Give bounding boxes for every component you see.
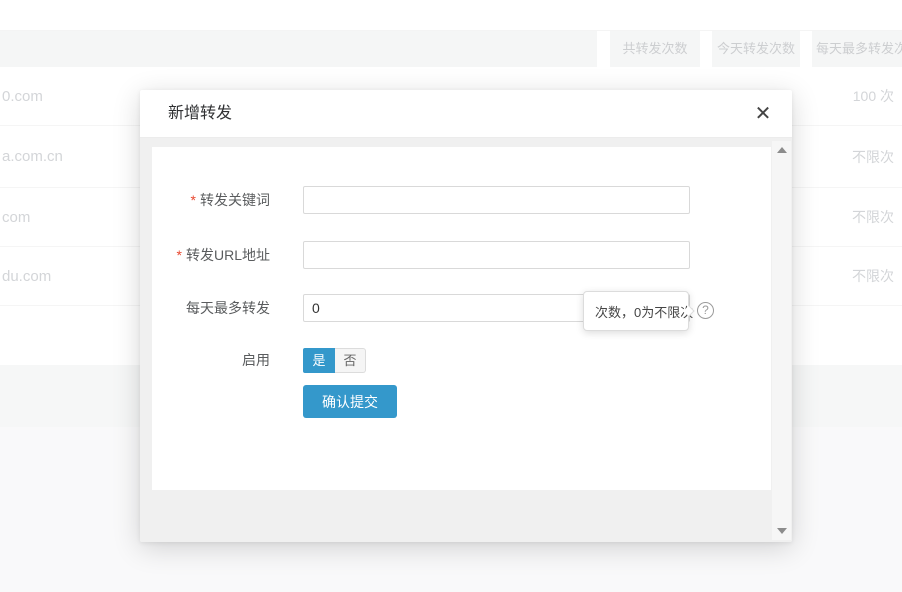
daily-max-tooltip: 次数，0为不限次 (583, 291, 689, 331)
url-input[interactable] (303, 241, 690, 269)
dialog-body: *转发关键词 *转发URL地址 每天最多转发 次数，0为不限次 (140, 139, 792, 542)
enable-toggle: 是 否 (303, 348, 366, 373)
enable-label: 启用 (152, 348, 270, 373)
scroll-down-icon[interactable] (777, 528, 787, 534)
daily-max-label: 每天最多转发 (152, 294, 270, 322)
daily-max-label-text: 每天最多转发 (186, 300, 270, 316)
form-panel: *转发关键词 *转发URL地址 每天最多转发 次数，0为不限次 (152, 147, 771, 490)
help-icon[interactable]: ? (697, 302, 714, 319)
keyword-label: *转发关键词 (152, 186, 270, 214)
url-label: *转发URL地址 (152, 241, 270, 269)
dialog-header: 新增转发 ✕ (140, 90, 792, 138)
add-forward-dialog: 新增转发 ✕ *转发关键词 *转发URL地址 每天最多转发 (140, 90, 792, 542)
submit-button[interactable]: 确认提交 (303, 385, 397, 418)
enable-yes-button[interactable]: 是 (303, 348, 335, 373)
keyword-input[interactable] (303, 186, 690, 214)
close-icon[interactable]: ✕ (750, 101, 776, 127)
page: 共转发次数 今天转发次数 每天最多转发次数 0.com 100 次 a.com.… (0, 0, 902, 592)
required-mark: * (177, 247, 182, 263)
url-label-text: 转发URL地址 (186, 247, 270, 263)
enable-no-button[interactable]: 否 (335, 348, 366, 373)
dialog-title: 新增转发 (168, 90, 232, 138)
tooltip-text: 次数，0为不限次 (595, 302, 693, 321)
keyword-label-text: 转发关键词 (200, 192, 270, 208)
required-mark: * (191, 192, 196, 208)
scroll-up-icon[interactable] (777, 147, 787, 153)
dialog-scrollbar[interactable] (772, 141, 791, 540)
